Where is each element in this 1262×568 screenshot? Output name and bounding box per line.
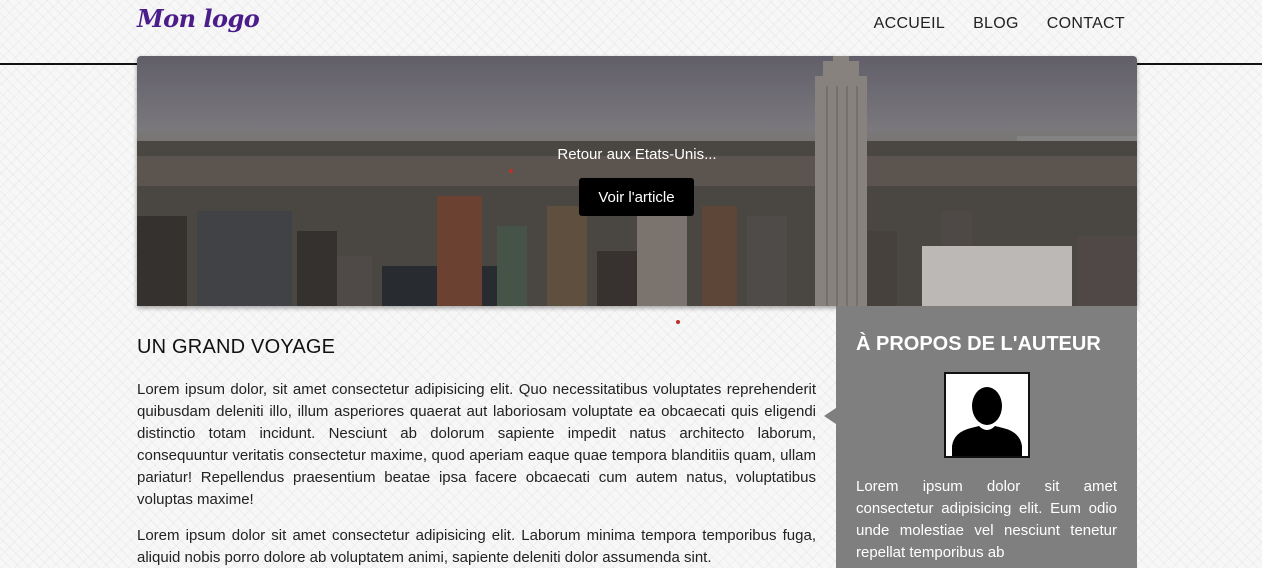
- decorative-dot: [676, 320, 680, 324]
- site-logo[interactable]: Mon logo: [137, 4, 260, 33]
- hero-caption: Retour aux Etats-Unis...: [557, 146, 717, 163]
- author-avatar-icon: [943, 372, 1030, 458]
- main-nav: ACCUEIL BLOG CONTACT: [874, 15, 1125, 33]
- nav-link-accueil[interactable]: ACCUEIL: [874, 15, 945, 33]
- article-section: UN GRAND VOYAGE Lorem ipsum dolor, sit a…: [137, 336, 816, 568]
- author-sidebar: À PROPOS DE L'AUTEUR Lorem ipsum dolor s…: [824, 306, 1137, 568]
- sidebar-text: Lorem ipsum dolor sit amet consectetur a…: [856, 478, 1117, 561]
- sidebar-title: À PROPOS DE L'AUTEUR: [856, 333, 1101, 355]
- article-paragraph: Lorem ipsum dolor sit amet consectetur a…: [137, 527, 816, 566]
- nav-link-blog[interactable]: BLOG: [973, 15, 1019, 33]
- nav-link-contact[interactable]: CONTACT: [1047, 15, 1125, 33]
- article-title: UN GRAND VOYAGE: [137, 336, 336, 358]
- view-article-button[interactable]: Voir l'article: [579, 178, 694, 216]
- article-paragraph: Lorem ipsum dolor, sit amet consectetur …: [137, 381, 816, 508]
- decorative-dot: [509, 169, 513, 173]
- hero-banner: Retour aux Etats-Unis... Voir l'article: [137, 56, 1137, 306]
